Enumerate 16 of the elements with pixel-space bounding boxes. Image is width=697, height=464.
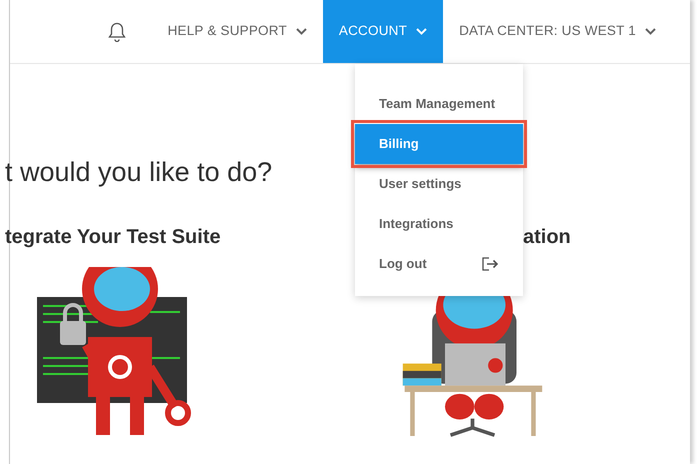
logout-icon xyxy=(482,257,499,271)
nav-dropdown-button[interactable]: DATA CENTER: US WEST 1 xyxy=(443,0,672,63)
menu-item[interactable]: Billing xyxy=(355,124,523,164)
option-title: tegrate Your Test Suite xyxy=(5,227,222,247)
menu-item[interactable]: Team Management xyxy=(355,84,523,124)
menu-item[interactable]: Log out xyxy=(355,244,523,284)
chevron-down-icon xyxy=(645,28,656,35)
menu-item[interactable]: Integrations xyxy=(355,204,523,244)
chevron-down-icon xyxy=(296,28,307,35)
option-title: ation xyxy=(523,227,572,247)
chevron-down-icon xyxy=(416,28,428,35)
page-heading: t would you like to do? xyxy=(5,159,272,186)
nav-dropdown-button[interactable]: ACCOUNT xyxy=(322,0,444,63)
notification-bell-icon[interactable] xyxy=(108,22,126,42)
nav-dropdown-button[interactable]: HELP & SUPPORT xyxy=(152,0,323,63)
menu-item[interactable]: User settings xyxy=(355,164,523,204)
